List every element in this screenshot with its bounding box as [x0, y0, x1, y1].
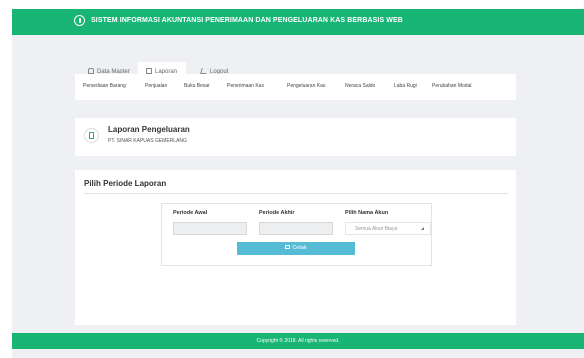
copyright-text: Copyright © 2018. All rights reserved. — [256, 338, 340, 344]
report-period-panel: Pilih Periode Laporan Periode Awal Perio… — [75, 170, 516, 325]
akun-select[interactable]: Semua Akun Biaya — [345, 222, 431, 235]
logo-icon — [74, 15, 85, 26]
company-name: PT. SINAR KAPUAS GEMERLANG — [108, 138, 187, 144]
top-header: SISTEM INFORMASI AKUNTANSI PENERIMAAN DA… — [12, 9, 584, 35]
subnav-item-perubahan-modal[interactable]: Perubahan Modal — [432, 83, 471, 89]
print-icon — [285, 245, 291, 249]
cetak-label: Cetak — [292, 245, 307, 251]
periode-akhir-input[interactable] — [259, 222, 333, 235]
period-form: Periode Awal Periode Akhir Pilih Nama Ak… — [161, 203, 432, 266]
akun-select-value: Semua Akun Biaya — [355, 226, 398, 232]
subnav-item-laba-rugi[interactable]: Laba Rugi — [394, 83, 417, 89]
subnav-item-penerimaan-kas[interactable]: Penerimaan Kas — [227, 83, 264, 89]
footer: Copyright © 2018. All rights reserved. — [12, 333, 584, 349]
cetak-button[interactable]: Cetak — [237, 242, 355, 255]
subnav-item-buku-besar[interactable]: Buku Besar — [184, 83, 210, 89]
subnav-item-penjualan[interactable]: Penjualan — [145, 83, 167, 89]
report-subnav: Persediaan Barang Penjualan Buku Besar P… — [75, 74, 516, 100]
subnav-item-neraca-saldo[interactable]: Neraca Saldo — [345, 83, 375, 89]
panel-title: Pilih Periode Laporan — [84, 179, 167, 188]
dropdown-arrow-icon — [421, 227, 424, 230]
periode-awal-label: Periode Awal — [173, 210, 208, 216]
divider — [84, 193, 508, 194]
periode-awal-input[interactable] — [173, 222, 247, 235]
report-icon — [84, 128, 99, 143]
akun-label: Pilih Nama Akun — [345, 210, 389, 216]
subnav-item-pengeluaran-kas[interactable]: Pengeluaran Kas — [287, 83, 325, 89]
subnav-item-persediaan-barang[interactable]: Persediaan Barang — [83, 83, 126, 89]
periode-akhir-label: Periode Akhir — [259, 210, 295, 216]
page-header-box: Laporan Pengeluaran PT. SINAR KAPUAS GEM… — [75, 118, 516, 156]
app-title: SISTEM INFORMASI AKUNTANSI PENERIMAAN DA… — [91, 17, 403, 24]
page-title: Laporan Pengeluaran — [108, 125, 190, 134]
